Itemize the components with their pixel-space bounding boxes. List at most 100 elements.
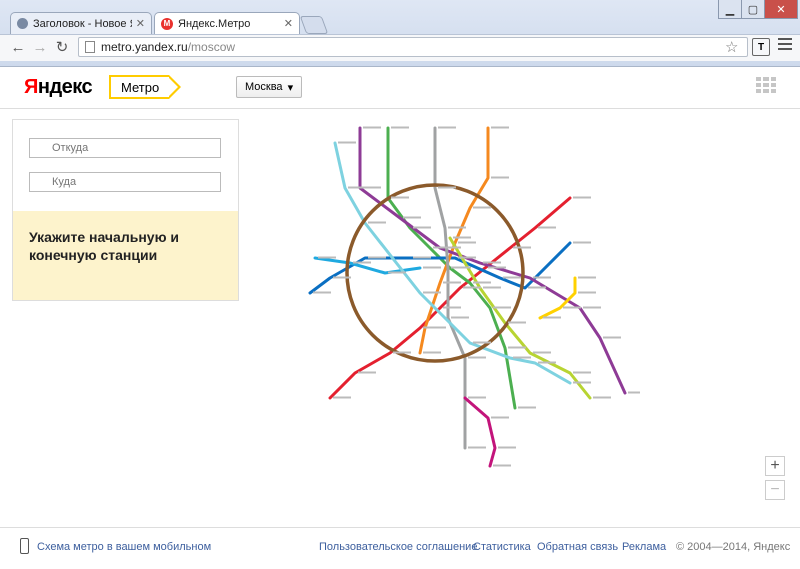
station-label[interactable] (313, 291, 331, 294)
station-label[interactable] (363, 126, 381, 129)
station-label[interactable] (473, 206, 491, 209)
station-label[interactable] (468, 396, 486, 399)
from-input[interactable] (29, 138, 221, 158)
station-label[interactable] (468, 356, 486, 359)
station-label[interactable] (348, 186, 366, 189)
station-label[interactable] (443, 246, 461, 249)
station-label[interactable] (573, 371, 591, 374)
station-label[interactable] (393, 351, 411, 354)
extension-icon[interactable]: T (752, 38, 770, 56)
zoom-in-button[interactable]: + (765, 456, 785, 476)
station-label[interactable] (413, 256, 431, 259)
feedback-link[interactable]: Обратная связь (537, 541, 618, 553)
station-label[interactable] (593, 396, 611, 399)
station-label[interactable] (533, 351, 551, 354)
station-label[interactable] (423, 351, 441, 354)
station-label[interactable] (353, 261, 371, 264)
reload-button[interactable]: ↻ (52, 37, 72, 57)
station-label[interactable] (518, 406, 536, 409)
station-label[interactable] (578, 276, 596, 279)
station-label[interactable] (563, 306, 581, 309)
station-label[interactable] (423, 266, 441, 269)
station-label[interactable] (578, 291, 596, 294)
station-label[interactable] (573, 196, 591, 199)
station-label[interactable] (318, 256, 336, 259)
station-label[interactable] (533, 276, 551, 279)
bookmark-star-icon[interactable]: ☆ (725, 38, 738, 56)
station-label[interactable] (493, 464, 511, 467)
station-label[interactable] (463, 286, 481, 289)
station-label[interactable] (338, 141, 356, 144)
minimize-button[interactable]: ▁ (718, 0, 742, 19)
station-label[interactable] (483, 261, 501, 264)
forward-button[interactable]: → (30, 37, 50, 57)
station-label[interactable] (443, 281, 461, 284)
maximize-button[interactable]: ▢ (741, 0, 765, 19)
station-label[interactable] (628, 391, 640, 394)
back-button[interactable]: ← (8, 37, 28, 57)
station-label[interactable] (458, 256, 476, 259)
station-label[interactable] (528, 286, 546, 289)
station-label[interactable] (483, 286, 501, 289)
station-label[interactable] (503, 276, 521, 279)
service-badge[interactable]: Метро (109, 75, 182, 99)
close-icon[interactable]: ✕ (136, 17, 145, 30)
station-label[interactable] (573, 241, 591, 244)
agreement-link[interactable]: Пользовательское соглашение (319, 541, 477, 553)
station-label[interactable] (573, 381, 591, 384)
station-label[interactable] (543, 316, 561, 319)
tab-active[interactable]: M Яндекс.Метро ✕ (154, 12, 300, 34)
new-tab-button[interactable] (299, 16, 329, 34)
station-label[interactable] (538, 361, 556, 364)
station-label[interactable] (391, 196, 409, 199)
station-label[interactable] (423, 291, 441, 294)
station-label[interactable] (473, 281, 491, 284)
to-input[interactable] (29, 172, 221, 192)
yandex-logo[interactable]: Яндекс (24, 76, 93, 99)
station-label[interactable] (388, 271, 406, 274)
station-label[interactable] (508, 321, 526, 324)
metro-map[interactable] (270, 118, 640, 528)
station-label[interactable] (451, 266, 469, 269)
station-label[interactable] (428, 326, 446, 329)
station-label[interactable] (368, 221, 386, 224)
station-label[interactable] (443, 306, 461, 309)
station-label[interactable] (448, 226, 466, 229)
station-label[interactable] (391, 126, 409, 129)
tab-inactive[interactable]: Заголовок - Новое Яндек ✕ (10, 12, 152, 34)
station-label[interactable] (493, 306, 511, 309)
menu-icon[interactable] (778, 38, 792, 50)
station-label[interactable] (333, 276, 351, 279)
station-label[interactable] (491, 126, 509, 129)
zoom-out-button[interactable]: − (765, 480, 785, 500)
station-label[interactable] (438, 186, 456, 189)
station-label[interactable] (491, 416, 509, 419)
close-icon[interactable]: ✕ (284, 17, 293, 30)
station-label[interactable] (358, 371, 376, 374)
mobile-link[interactable]: Схема метро в вашем мобильном (37, 541, 211, 553)
window-close-button[interactable]: ✕ (764, 0, 798, 19)
station-label[interactable] (473, 341, 491, 344)
services-grid-icon[interactable] (756, 77, 776, 93)
city-select[interactable]: Москва ▾ (236, 76, 303, 98)
station-label[interactable] (368, 256, 386, 259)
station-label[interactable] (453, 236, 471, 239)
station-label[interactable] (438, 126, 456, 129)
stats-link[interactable]: Статистика (473, 541, 531, 553)
station-label[interactable] (458, 241, 476, 244)
station-label[interactable] (498, 446, 516, 449)
station-label[interactable] (603, 336, 621, 339)
station-label[interactable] (403, 216, 421, 219)
station-label[interactable] (491, 176, 509, 179)
station-label[interactable] (468, 446, 486, 449)
station-label[interactable] (413, 226, 431, 229)
ads-link[interactable]: Реклама (622, 541, 666, 553)
station-label[interactable] (333, 396, 351, 399)
station-label[interactable] (488, 266, 506, 269)
address-bar[interactable]: metro.yandex.ru/moscow (78, 37, 748, 57)
station-label[interactable] (538, 226, 556, 229)
station-label[interactable] (508, 346, 526, 349)
station-label[interactable] (513, 356, 531, 359)
station-label[interactable] (451, 316, 469, 319)
station-label[interactable] (513, 246, 531, 249)
